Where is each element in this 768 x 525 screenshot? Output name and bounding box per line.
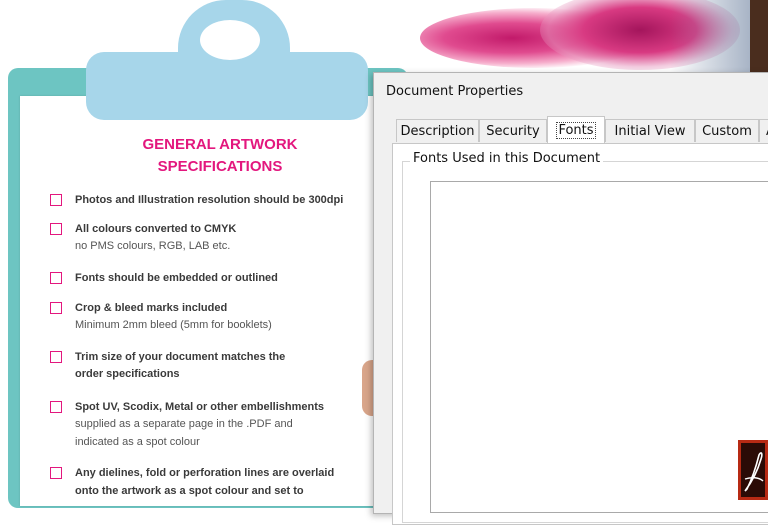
tab-label: Initial View [614,124,686,139]
tab-description[interactable]: Description [396,119,479,142]
tab-label: Custom [702,124,752,139]
checkbox-icon [50,401,62,413]
fonts-group-label: Fonts Used in this Document [410,151,604,166]
spec-item-text: Any dielines, fold or perforation lines … [75,467,335,479]
spec-item-text: Trim size of your document matches the [75,351,286,363]
spec-sheet-title: GENERAL ARTWORK SPECIFICATIONS [120,134,320,178]
spec-item-subtext: onto the artwork as a spot colour and se… [75,485,304,497]
background-splash-art [420,0,768,72]
acrobat-glyph-icon [744,452,764,492]
spec-item-subtext: supplied as a separate page in the .PDF … [75,418,293,430]
spec-title-line1: GENERAL ARTWORK [142,136,298,153]
spec-item-text: Photos and Illustration resolution shoul… [75,194,344,206]
tab-custom[interactable]: Custom [695,119,759,142]
checkbox-icon [50,302,62,314]
spec-item-text: Crop & bleed marks included [75,302,228,314]
tab-label: Description [400,124,475,139]
checkbox-icon [50,272,62,284]
clipboard-clip-hole [200,20,260,60]
acrobat-icon[interactable] [738,440,768,500]
checkbox-icon [50,467,62,479]
fonts-list[interactable] [430,181,768,513]
clipboard-clip [86,52,368,120]
spec-item-subtext: Minimum 2mm bleed (5mm for booklets) [75,319,272,331]
spec-item-subtext: order specifications [75,368,180,380]
tab-security[interactable]: Security [479,119,547,142]
spec-item-text: All colours converted to CMYK [75,223,237,235]
document-properties-dialog: Document Properties Description Security… [373,72,768,525]
tab-fonts[interactable]: Fonts [547,116,605,143]
tab-advanced[interactable]: A [759,119,768,142]
spec-item-text: Fonts should be embedded or outlined [75,272,278,284]
spec-item-text: Spot UV, Scodix, Metal or other embellis… [75,401,324,413]
tab-initial-view[interactable]: Initial View [605,119,695,142]
checkbox-icon [50,351,62,363]
background-wood [750,0,768,72]
checkbox-icon [50,194,62,206]
tab-label: Fonts [556,122,596,139]
spec-title-line2: SPECIFICATIONS [157,158,283,175]
spec-item-subtext: indicated as a spot colour [75,436,200,448]
checkbox-icon [50,223,62,235]
spec-item-subtext: no PMS colours, RGB, LAB etc. [75,240,231,252]
tab-label: Security [486,124,540,139]
dialog-title: Document Properties [386,84,524,99]
